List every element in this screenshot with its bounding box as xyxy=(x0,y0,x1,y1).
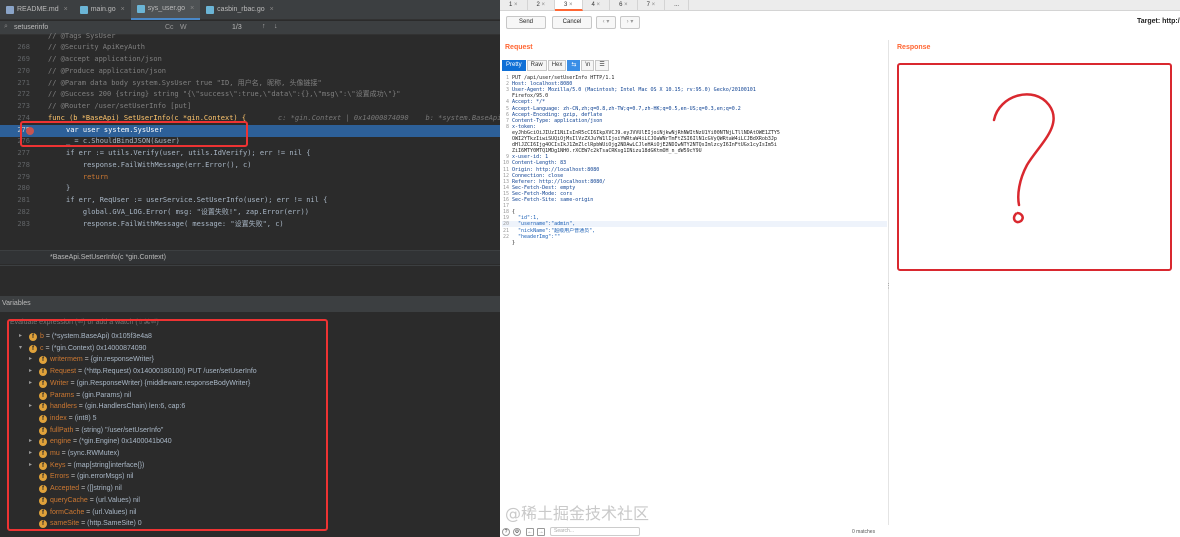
highlight-box-current-line xyxy=(20,121,248,147)
code-line: 271// @Param data body system.SysUser tr… xyxy=(17,79,322,87)
match-count: 0 matches xyxy=(852,529,876,535)
target-label[interactable]: Target: http:/ xyxy=(1137,18,1180,25)
tab-readme[interactable]: README.md × xyxy=(0,0,74,20)
newline-icon[interactable]: \n xyxy=(581,60,595,71)
next-match-icon[interactable]: → xyxy=(537,528,545,536)
close-icon[interactable]: × xyxy=(270,0,274,20)
close-icon[interactable]: × xyxy=(567,2,573,8)
close-icon[interactable]: × xyxy=(64,0,68,20)
code-line: 278 response.FailWithMessage(err.Error()… xyxy=(17,161,252,169)
code-line: 268// @Security ApiKeyAuth xyxy=(17,43,145,51)
code-line: 269// @accept application/json xyxy=(17,55,162,63)
code-line: 283 response.FailWithMessage( message: "… xyxy=(17,220,284,228)
history-forward-button[interactable]: › ▾ xyxy=(620,16,640,29)
repeater-tab-5[interactable]: 6 × xyxy=(610,0,638,11)
request-view-toolbar: Pretty Raw Hex ⇆ \n ☰ xyxy=(502,60,609,71)
cancel-button[interactable]: Cancel xyxy=(552,16,592,29)
code-line: 272// @Success 200 {string} string "{\"s… xyxy=(17,90,401,98)
wrap-lines-icon[interactable]: ⇆ xyxy=(567,60,581,71)
code-line: 282 global.GVA_LOG.Error( msg: "设置失败!", … xyxy=(17,208,309,216)
code-line: 273// @Router /user/setUserInfo [put] xyxy=(17,102,192,110)
variables-header: Variables xyxy=(0,296,500,312)
close-icon[interactable]: × xyxy=(595,2,601,8)
code-line: 280} xyxy=(17,184,71,192)
watermark: @稀土掘金技术社区 xyxy=(505,504,650,523)
prev-match-icon[interactable]: ← xyxy=(526,528,534,536)
code-line: // @Tags SysUser xyxy=(48,32,116,40)
close-icon[interactable]: × xyxy=(190,0,194,19)
settings-icon[interactable]: ⚙ xyxy=(513,528,521,536)
repeater-tab-2[interactable]: 2 × xyxy=(528,0,556,11)
arrow-down-icon[interactable]: ↓ xyxy=(274,23,278,30)
tab-sys-user-go[interactable]: sys_user.go × xyxy=(130,0,201,20)
collapse-icon[interactable]: ⋮ xyxy=(885,282,892,290)
go-file-icon xyxy=(79,6,88,14)
response-title: Response xyxy=(897,44,931,51)
repeater-tab-7[interactable]: ... xyxy=(665,0,690,11)
match-count: 1/3 xyxy=(232,24,242,31)
close-icon[interactable]: × xyxy=(622,2,628,8)
tab-casbin-rbac-go[interactable]: casbin_rbac.go × xyxy=(200,0,280,20)
close-icon[interactable]: × xyxy=(121,0,125,20)
markdown-file-icon xyxy=(6,6,14,14)
find-input[interactable]: setuserinfo xyxy=(14,24,134,31)
pretty-button[interactable]: Pretty xyxy=(502,60,526,71)
debug-toolbar xyxy=(0,265,500,295)
request-title: Request xyxy=(505,44,533,51)
repeater-tab-4[interactable]: 4 × xyxy=(583,0,611,11)
repeater-toolbar: Send Cancel ‹ ▾ › ▾ Target: http:/ xyxy=(500,14,1180,30)
editor-tab-bar: README.md × main.go × sys_user.go × casbin_… xyxy=(0,0,500,20)
code-editor[interactable]: // @Tags SysUser 268// @Security ApiKeyA… xyxy=(0,32,500,262)
close-icon[interactable]: × xyxy=(512,2,518,8)
history-back-button[interactable]: ‹ ▾ xyxy=(596,16,616,29)
code-line: 277 if err := utils.Verify(user, utils.Id… xyxy=(17,149,311,157)
breadcrumb[interactable]: *BaseApi.SetUserInfo(c *gin.Context) xyxy=(0,250,500,264)
repeater-tab-1[interactable]: 1 × xyxy=(500,0,528,11)
highlight-box-variables xyxy=(7,319,328,531)
menu-icon[interactable]: ☰ xyxy=(595,60,609,71)
close-icon[interactable]: × xyxy=(540,2,546,8)
burp-repeater: 1 × 2 × 3 × 4 × 6 × 7 ×... Send Cancel ‹ ▾ › … xyxy=(500,0,1180,537)
code-line: 281 if err, ReqUser := userService.SetUse… xyxy=(17,196,328,204)
question-mark-drawing xyxy=(992,93,1055,224)
repeater-tab-bar: 1 × 2 × 3 × 4 × 6 × 7 ×... xyxy=(500,0,1180,11)
raw-button[interactable]: Raw xyxy=(526,60,547,71)
go-file-icon xyxy=(206,6,215,14)
help-icon[interactable]: ? xyxy=(502,528,510,536)
search-icon: ⌕ xyxy=(4,23,8,30)
whole-word-toggle[interactable]: W xyxy=(180,24,187,31)
repeater-tab-3[interactable]: 3 × xyxy=(555,0,583,11)
code-line: 279 return xyxy=(17,173,109,181)
send-button[interactable]: Send xyxy=(506,16,546,29)
arrow-up-icon[interactable]: ↑ xyxy=(262,23,266,30)
tab-main-go[interactable]: main.go × xyxy=(74,0,131,20)
hex-button[interactable]: Hex xyxy=(547,60,567,71)
code-line: 270// @Produce application/json xyxy=(17,67,167,75)
request-line: } xyxy=(512,239,516,246)
response-annotation-box xyxy=(897,63,1172,271)
go-file-icon xyxy=(136,5,145,13)
ide-window: README.md × main.go × sys_user.go × casbin_… xyxy=(0,0,500,537)
close-icon[interactable]: × xyxy=(650,2,656,8)
search-input[interactable]: Search... xyxy=(550,527,640,536)
repeater-tab-6[interactable]: 7 × xyxy=(638,0,666,11)
request-editor[interactable]: 1 PUT /api/user/setUserInfo HTTP/1.1 2 Host… xyxy=(502,73,887,525)
request-footer: ? ⚙ ← → Search... 0 matches xyxy=(500,527,1180,537)
match-case-toggle[interactable]: Cc xyxy=(165,24,174,31)
